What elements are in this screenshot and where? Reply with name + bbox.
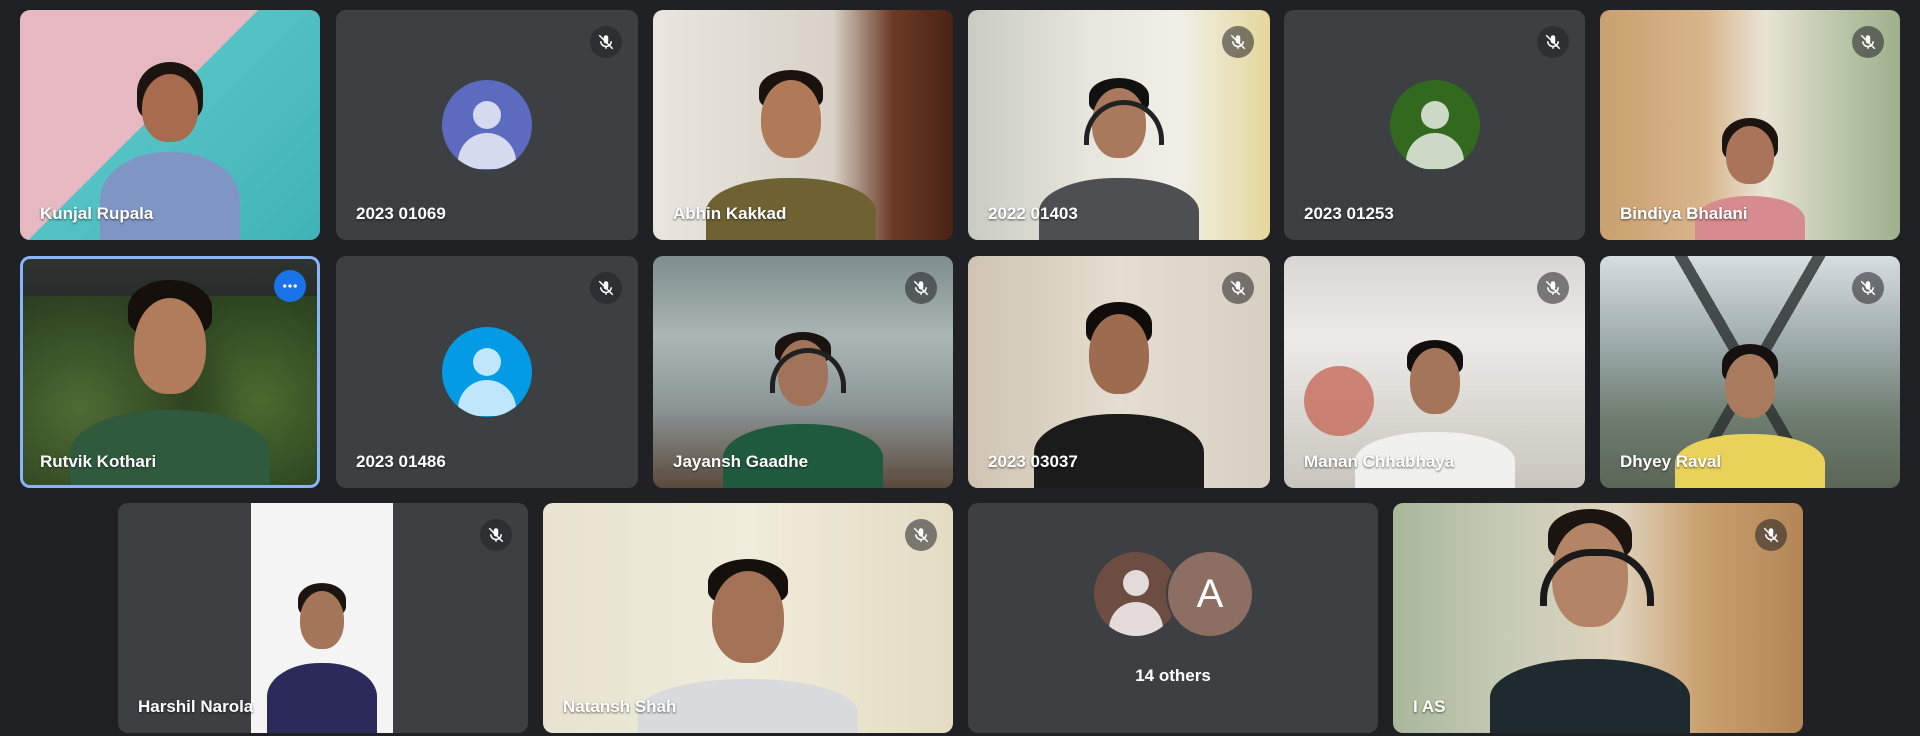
mic-off-icon — [1755, 519, 1787, 551]
participant-tile-2022-01403[interactable]: 2022 01403 — [968, 10, 1270, 240]
participant-name: Dhyey Raval — [1620, 452, 1722, 471]
mic-off-icon — [1852, 26, 1884, 58]
participant-name: Natansh Shah — [563, 697, 677, 716]
mic-off-icon — [590, 272, 622, 304]
others-count-label: 14 others — [1135, 666, 1211, 685]
mic-off-icon — [480, 519, 512, 551]
participant-name: 2023 01486 — [356, 452, 446, 471]
participant-name: Abhin Kakkad — [673, 204, 787, 223]
participant-tile-2023-01253[interactable]: 2023 01253 — [1284, 10, 1585, 240]
others-tile[interactable]: A 14 others — [968, 503, 1378, 733]
mic-off-icon — [905, 272, 937, 304]
participant-name: Jayansh Gaadhe — [673, 452, 809, 471]
mic-off-icon — [1222, 272, 1254, 304]
mic-off-icon — [905, 519, 937, 551]
participant-video — [251, 503, 393, 733]
mic-off-icon — [590, 26, 622, 58]
participant-name: 2023 01253 — [1304, 204, 1394, 223]
participant-name: Bindiya Bhalani — [1620, 204, 1748, 223]
mic-off-icon — [1222, 26, 1254, 58]
participant-name: Manan Chhabhaya — [1304, 452, 1455, 471]
participant-tile-natansh-shah[interactable]: Natansh Shah — [543, 503, 953, 733]
person-avatar-icon — [442, 327, 532, 417]
person-avatar-icon — [442, 80, 532, 170]
participant-tile-2023-03037[interactable]: 2023 03037 — [968, 256, 1270, 488]
participant-name: I AS — [1413, 697, 1446, 716]
mic-off-icon — [1537, 26, 1569, 58]
person-avatar-icon — [1389, 80, 1480, 170]
participant-tile-manan-chhabhaya[interactable]: Manan Chhabhaya — [1284, 256, 1585, 488]
participant-name: Kunjal Rupala — [40, 204, 154, 223]
more-options-icon[interactable] — [274, 270, 306, 302]
participant-name: 2023 03037 — [988, 452, 1078, 471]
participant-name: Harshil Narola — [138, 697, 254, 716]
participant-tile-dhyey-raval[interactable]: Dhyey Raval — [1600, 256, 1900, 488]
participant-name: 2022 01403 — [988, 204, 1078, 223]
participant-tile-2023-01069[interactable]: 2023 01069 — [336, 10, 638, 240]
mic-off-icon — [1537, 272, 1569, 304]
participant-tile-rutvik-kothari[interactable]: Rutvik Kothari — [20, 256, 320, 488]
mic-off-icon — [1852, 272, 1884, 304]
participant-name: Rutvik Kothari — [40, 452, 157, 471]
participant-name: 2023 01069 — [356, 204, 446, 223]
participant-tile-kunjal-rupala[interactable]: Kunjal Rupala — [20, 10, 320, 240]
participant-tile-bindiya-bhalani[interactable]: Bindiya Bhalani — [1600, 10, 1900, 240]
letter-avatar: A — [1166, 550, 1254, 638]
participant-tile-abhin-kakkad[interactable]: Abhin Kakkad — [653, 10, 953, 240]
participant-tile-harshil-narola[interactable]: Harshil Narola — [118, 503, 528, 733]
participant-video — [1393, 503, 1803, 733]
others-avatars: A — [1092, 550, 1254, 638]
participant-tile-i-as[interactable]: I AS — [1393, 503, 1803, 733]
participant-tile-2023-01486[interactable]: 2023 01486 — [336, 256, 638, 488]
participant-tile-jayansh-gaadhe[interactable]: Jayansh Gaadhe — [653, 256, 953, 488]
